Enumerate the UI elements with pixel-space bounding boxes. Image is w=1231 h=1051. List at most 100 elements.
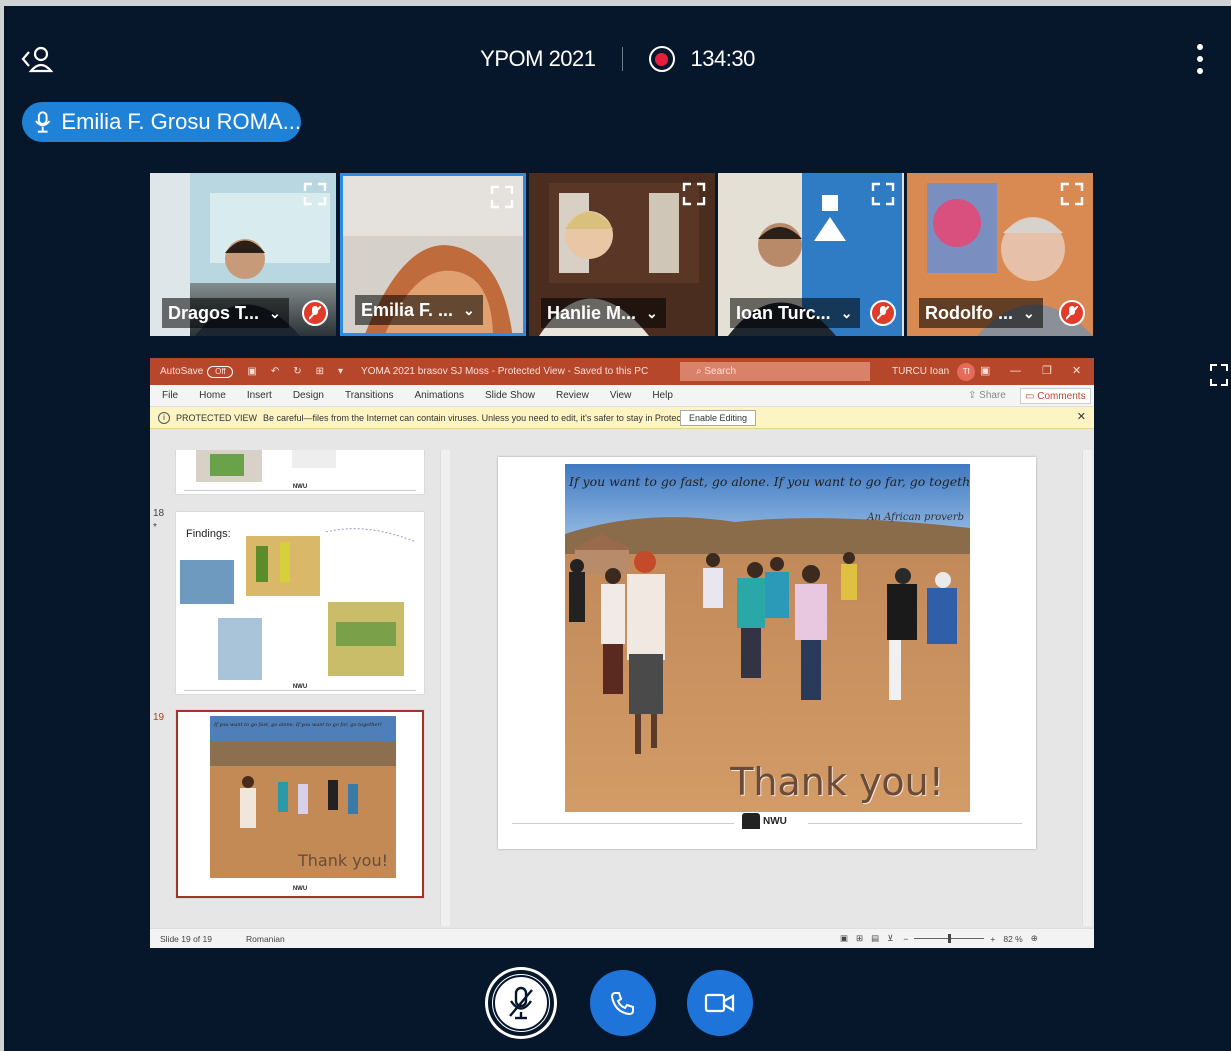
thumbnail-thanks: Thank you! <box>297 851 388 870</box>
current-slide: If you want to go fast, go alone. If you… <box>498 457 1036 849</box>
minimize-icon[interactable]: — <box>1010 358 1021 385</box>
expand-icon[interactable] <box>681 181 707 207</box>
account-button[interactable]: TURCU Ioan TI <box>892 358 976 385</box>
enable-editing-button[interactable]: Enable Editing <box>680 410 757 426</box>
zoom-slider[interactable] <box>914 934 985 943</box>
tab-animations[interactable]: Animations <box>415 390 464 401</box>
toggle-video-button[interactable] <box>687 970 753 1036</box>
slide-footer: NWU <box>498 811 1036 835</box>
microphone-icon <box>35 111 51 133</box>
header-divider <box>621 47 623 71</box>
slide-quote: If you want to go fast, go alone. If you… <box>569 474 970 489</box>
zoom-out-button[interactable]: − <box>903 934 908 944</box>
participant-tile[interactable]: Ioan Turc... ⌄ <box>718 173 904 336</box>
slide-proverb: An African proverb <box>867 512 964 523</box>
leave-call-button[interactable] <box>590 970 656 1036</box>
mute-microphone-button[interactable] <box>488 970 554 1036</box>
thumbnail-title: Findings: <box>186 528 231 540</box>
zoom-control[interactable]: ▣ ⊞ ▤ ⊻ − + 82 % ⊕ <box>840 933 1038 944</box>
tab-slide-show[interactable]: Slide Show <box>485 390 535 401</box>
participant-name-tag[interactable]: Dragos T... ⌄ <box>162 298 289 328</box>
tab-help[interactable]: Help <box>652 390 673 401</box>
muted-microphone-icon <box>302 300 328 326</box>
close-icon[interactable]: ✕ <box>1072 358 1081 385</box>
save-icon[interactable]: ▣ <box>247 366 256 377</box>
tab-home[interactable]: Home <box>199 390 226 401</box>
slide-thumbnail[interactable]: NWU <box>176 450 424 494</box>
tab-review[interactable]: Review <box>556 390 589 401</box>
recording-timer: 134:30 <box>690 46 756 71</box>
slide-thumbnail[interactable]: Findings: NWU <box>176 512 424 694</box>
expand-icon[interactable] <box>870 181 896 207</box>
footer-divider <box>512 823 734 824</box>
chevron-down-icon: ⌄ <box>463 301 475 318</box>
footer-divider <box>808 823 1022 824</box>
powerpoint-titlebar: AutoSave Off ▣ ↶ ↻ ⊞ ▾ YOMA 2021 brasov S… <box>150 358 1094 385</box>
expand-icon[interactable] <box>1208 362 1230 388</box>
language-indicator[interactable]: Romanian <box>246 934 285 944</box>
zoom-in-button[interactable]: + <box>990 934 995 944</box>
participant-tile[interactable]: Rodolfo ... ⌄ <box>907 173 1093 336</box>
ribbon-tabs: File Home Insert Design Transitions Anim… <box>150 385 1094 407</box>
slide-canvas[interactable]: If you want to go fast, go alone. If you… <box>450 450 1094 926</box>
thumbnail-scrollbar[interactable] <box>440 450 450 926</box>
participant-tile[interactable]: Emilia F. ... ⌄ <box>340 173 526 336</box>
protected-view-bar: i PROTECTED VIEW Be careful—files from t… <box>150 407 1094 429</box>
slide-sorter-icon[interactable]: ⊞ <box>856 933 863 944</box>
expand-icon[interactable] <box>302 181 328 207</box>
participant-tile[interactable]: Hanlie M... ⌄ <box>529 173 715 336</box>
normal-view-icon[interactable]: ▣ <box>840 933 848 944</box>
participant-name-tag[interactable]: Emilia F. ... ⌄ <box>355 295 483 325</box>
present-icon[interactable]: ⊞ <box>316 366 324 377</box>
comment-icon: ▭ <box>1025 391 1038 402</box>
participant-name-tag[interactable]: Rodolfo ... ⌄ <box>919 298 1043 328</box>
more-options-button[interactable] <box>1197 44 1205 74</box>
slide-thumbnail-selected[interactable]: If you want to go fast, go alone. If you… <box>176 710 424 898</box>
shared-screen[interactable]: AutoSave Off ▣ ↶ ↻ ⊞ ▾ YOMA 2021 brasov S… <box>150 358 1094 948</box>
meeting-app: YPOM 2021 134:30 Emilia F. Grosu ROMA...… <box>4 6 1231 1051</box>
chevron-down-icon: ⌄ <box>269 304 281 321</box>
record-icon <box>648 46 675 72</box>
restore-icon[interactable]: ❐ <box>1042 358 1052 385</box>
slide-scrollbar[interactable] <box>1082 450 1092 926</box>
chevron-down-icon: ⌄ <box>840 304 853 321</box>
tab-view[interactable]: View <box>610 390 632 401</box>
fit-slide-icon[interactable]: ⊕ <box>1031 933 1038 944</box>
slide-counter: Slide 19 of 19 <box>160 933 212 944</box>
active-speaker-indicator: Emilia F. Grosu ROMA... <box>22 102 301 142</box>
participant-name-tag[interactable]: Ioan Turc... ⌄ <box>730 298 861 328</box>
close-icon[interactable]: ✕ <box>1077 410 1086 423</box>
slideshow-icon[interactable]: ⊻ <box>887 933 893 944</box>
thumbnail-quote: If you want to go fast, go alone. If you… <box>213 722 382 728</box>
share-button[interactable]: ⇪ Share <box>968 388 1006 404</box>
microphone-muted-icon <box>509 986 533 1020</box>
active-speaker-name: Emilia F. Grosu ROMA... <box>61 109 301 134</box>
thumbnail-image: If you want to go fast, go alone. If you… <box>210 716 396 878</box>
avatar: TI <box>957 363 976 381</box>
reading-view-icon[interactable]: ▤ <box>871 933 879 944</box>
expand-icon[interactable] <box>489 184 515 210</box>
participant-name-tag[interactable]: Hanlie M... ⌄ <box>541 298 666 328</box>
autosave-toggle[interactable]: AutoSave Off <box>160 365 234 378</box>
search-box[interactable]: ⌕ Search <box>680 362 870 381</box>
undo-icon[interactable]: ↶ <box>271 366 279 377</box>
protected-view-message: Be careful—files from the Internet can c… <box>263 412 718 423</box>
comments-button[interactable]: ▭ Comments <box>1020 388 1091 404</box>
zoom-level[interactable]: 82 % <box>1003 934 1022 944</box>
redo-icon[interactable]: ↻ <box>293 366 301 377</box>
ribbon-display-icon[interactable]: ▣ <box>980 358 990 385</box>
slide-thumbnail-pane[interactable]: NWU 18 * Findings: NWU 19 If you want to… <box>150 450 440 926</box>
more-vertical-icon <box>1197 44 1203 50</box>
tab-insert[interactable]: Insert <box>247 390 272 401</box>
slide-photo: If you want to go fast, go alone. If you… <box>565 464 970 812</box>
expand-icon[interactable] <box>1059 181 1085 207</box>
status-bar: Slide 19 of 19 Romanian ▣ ⊞ ▤ ⊻ − + 82 %… <box>150 928 1094 948</box>
star-icon: * <box>153 522 157 533</box>
customize-icon[interactable]: ▾ <box>338 366 343 377</box>
tab-design[interactable]: Design <box>293 390 324 401</box>
document-title: YOMA 2021 brasov SJ Moss - Protected Vie… <box>361 366 649 377</box>
tab-file[interactable]: File <box>162 390 178 401</box>
tab-transitions[interactable]: Transitions <box>345 390 394 401</box>
chevron-down-icon: ⌄ <box>1022 304 1035 321</box>
participant-tile[interactable]: Dragos T... ⌄ <box>150 173 336 336</box>
